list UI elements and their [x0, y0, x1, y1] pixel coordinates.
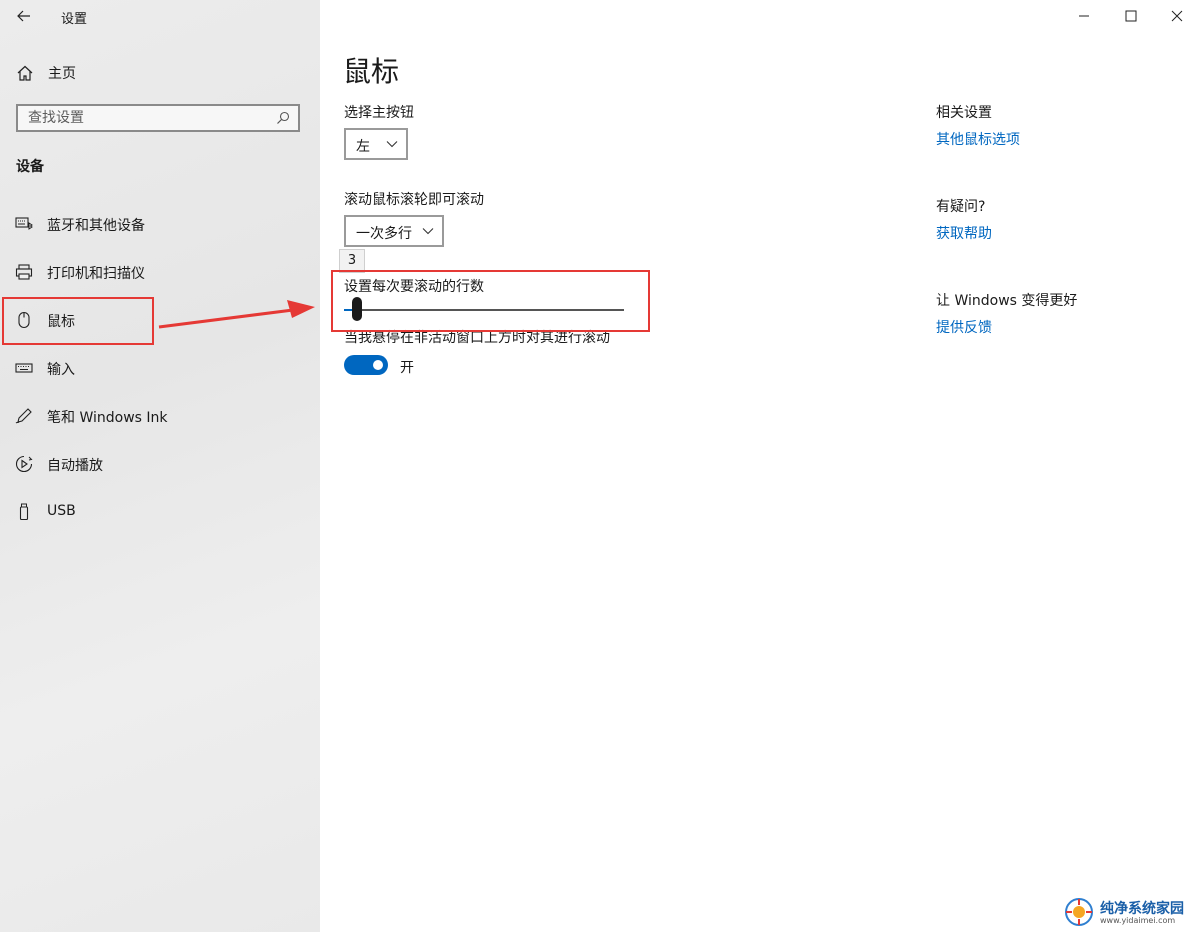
watermark-url: www.yidaimei.com	[1100, 916, 1176, 925]
primary-button-dropdown[interactable]: 左	[344, 128, 408, 160]
home-label: 主页	[48, 66, 76, 82]
sidebar-item-printers[interactable]: 打印机和扫描仪	[0, 250, 320, 294]
app-title: 设置	[61, 12, 88, 27]
slider-track[interactable]	[344, 309, 624, 311]
autoplay-icon	[15, 455, 33, 473]
inactive-scroll-label: 当我悬停在非活动窗口上方时对其进行滚动	[344, 330, 610, 346]
sidebar-item-label: 鼠标	[47, 314, 75, 330]
sidebar-item-label: 笔和 Windows Ink	[47, 410, 168, 426]
related-heading: 相关设置	[936, 105, 992, 121]
usb-icon	[19, 503, 29, 521]
close-button[interactable]	[1162, 4, 1192, 28]
content-pane	[320, 0, 1200, 932]
maximize-icon	[1125, 10, 1137, 22]
scroll-mode-dropdown[interactable]: 一次多行	[344, 215, 444, 247]
minimize-icon	[1079, 15, 1089, 17]
keyboard-icon	[15, 363, 33, 373]
search-input[interactable]	[18, 106, 268, 130]
page-title: 鼠标	[343, 55, 400, 88]
pointer-arrow-icon	[158, 300, 315, 329]
more-mouse-options-link[interactable]: 其他鼠标选项	[936, 129, 1020, 149]
mouse-icon	[18, 311, 30, 329]
lines-slider-label: 设置每次要滚动的行数	[344, 279, 484, 295]
sidebar-item-label: 自动播放	[47, 458, 103, 474]
sidebar-item-label: USB	[47, 503, 76, 519]
primary-button-label: 选择主按钮	[344, 105, 414, 121]
scroll-mode-label: 滚动鼠标滚轮即可滚动	[344, 192, 484, 208]
question-heading: 有疑问?	[936, 199, 986, 215]
watermark: 纯净系统家园 www.yidaimei.com	[1062, 896, 1198, 928]
close-icon	[1171, 10, 1183, 22]
maximize-button[interactable]	[1116, 4, 1146, 28]
sidebar-item-label: 输入	[47, 362, 75, 378]
section-heading: 设备	[16, 159, 44, 175]
sidebar-item-bluetooth[interactable]: 蓝牙和其他设备	[0, 202, 320, 246]
watermark-logo-icon	[1065, 898, 1093, 926]
get-help-link[interactable]: 获取帮助	[936, 223, 992, 243]
sidebar-item-autoplay[interactable]: 自动播放	[0, 442, 320, 486]
home-icon	[17, 65, 33, 81]
chevron-down-icon	[386, 141, 398, 148]
back-arrow-icon	[17, 10, 30, 22]
slider-fill	[344, 309, 353, 311]
sidebar: 设置 主页 设备 蓝牙和其他设备 打印机和扫描仪	[0, 0, 320, 932]
give-feedback-link[interactable]: 提供反馈	[936, 317, 992, 337]
watermark-title: 纯净系统家园	[1100, 901, 1184, 917]
feedback-heading: 让 Windows 变得更好	[936, 293, 1078, 309]
dropdown-value: 左	[356, 139, 370, 155]
inactive-scroll-toggle[interactable]	[344, 355, 388, 375]
printer-icon	[15, 264, 33, 280]
chevron-down-icon	[422, 228, 434, 235]
dropdown-value: 一次多行	[356, 226, 412, 242]
pen-icon	[15, 408, 32, 424]
toggle-state-label: 开	[400, 360, 414, 376]
sidebar-item-label: 打印机和扫描仪	[47, 266, 145, 282]
search-icon[interactable]	[276, 111, 290, 125]
sidebar-item-label: 蓝牙和其他设备	[47, 218, 145, 234]
minimize-button[interactable]	[1069, 4, 1099, 28]
sidebar-item-usb[interactable]: USB	[0, 490, 320, 534]
search-box[interactable]	[16, 104, 300, 132]
toggle-knob	[373, 360, 383, 370]
slider-value-tooltip: 3	[339, 249, 365, 273]
slider-thumb[interactable]	[352, 297, 363, 321]
bluetooth-keyboard-icon	[15, 217, 33, 230]
sidebar-item-typing[interactable]: 输入	[0, 346, 320, 390]
sidebar-item-pen[interactable]: 笔和 Windows Ink	[0, 394, 320, 438]
home-nav[interactable]: 主页	[16, 62, 76, 84]
back-button[interactable]	[12, 4, 36, 28]
